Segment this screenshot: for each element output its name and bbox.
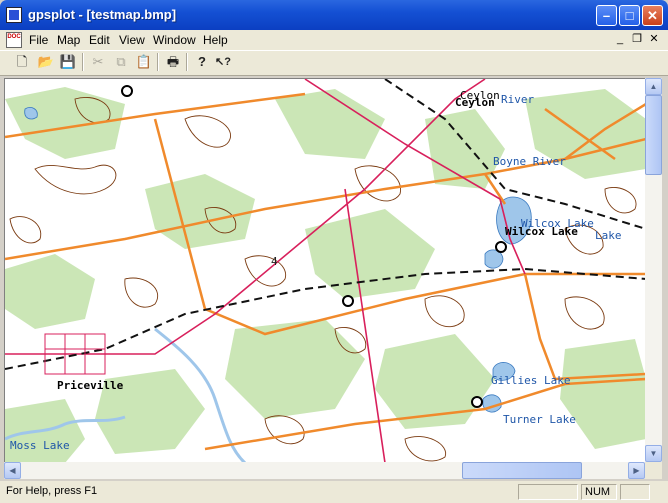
pond-water bbox=[24, 107, 38, 120]
status-pane-empty bbox=[518, 484, 578, 500]
new-file-icon[interactable]: 🗋 bbox=[13, 53, 31, 71]
print-icon[interactable]: 🖶 bbox=[164, 53, 182, 71]
paste-icon[interactable]: 📋 bbox=[135, 53, 153, 71]
open-folder-icon[interactable]: 📂 bbox=[37, 53, 55, 71]
map-label-priceville: Priceville bbox=[57, 379, 124, 392]
map-label-river: River bbox=[501, 93, 534, 106]
close-button[interactable]: ✕ bbox=[642, 5, 663, 26]
scroll-left-button[interactable]: ◀ bbox=[4, 462, 21, 479]
scroll-up-button[interactable]: ▲ bbox=[645, 78, 662, 95]
topographic-map[interactable]: Ceylon Ceylon River Boyne River Wilcox L… bbox=[5, 79, 645, 462]
minimize-button[interactable]: – bbox=[596, 5, 617, 26]
menu-file[interactable]: File bbox=[29, 33, 48, 47]
vertical-scroll-thumb[interactable] bbox=[645, 95, 662, 175]
mdi-restore-button[interactable]: ❐ bbox=[629, 33, 645, 47]
num-lock-indicator: NUM bbox=[581, 484, 617, 500]
maximize-button[interactable]: □ bbox=[619, 5, 640, 26]
copy-icon[interactable]: ⧉ bbox=[112, 53, 130, 71]
mdi-close-button[interactable]: ✕ bbox=[646, 33, 662, 47]
gps-waypoint-marker bbox=[495, 241, 507, 253]
scrollbar-corner bbox=[645, 462, 662, 479]
status-pane-scroll bbox=[620, 484, 650, 500]
window-title: gpsplot - [testmap.bmp] bbox=[28, 7, 177, 22]
mdi-minimize-button[interactable]: _ bbox=[612, 33, 628, 47]
scroll-down-button[interactable]: ▼ bbox=[645, 445, 662, 462]
menu-view[interactable]: View bbox=[119, 33, 145, 47]
gps-waypoint-marker bbox=[121, 85, 133, 97]
title-bar[interactable]: gpsplot - [testmap.bmp] – □ ✕ bbox=[0, 0, 668, 30]
map-label-road-number: 4 bbox=[271, 255, 278, 268]
gps-waypoint-marker bbox=[342, 295, 354, 307]
document-icon[interactable]: DOC bbox=[6, 32, 22, 48]
save-disk-icon[interactable]: 💾 bbox=[59, 53, 77, 71]
menu-map[interactable]: Map bbox=[57, 33, 80, 47]
menu-edit[interactable]: Edit bbox=[89, 33, 110, 47]
map-label-wilcox-lake-overlay: Wilcox Lake bbox=[505, 225, 578, 238]
cut-icon[interactable]: ✂ bbox=[89, 53, 107, 71]
vertical-scrollbar[interactable]: ▲ ▼ bbox=[645, 78, 662, 462]
menu-help[interactable]: Help bbox=[203, 33, 228, 47]
map-label-lake: Lake bbox=[595, 229, 622, 242]
map-label-gillies-lake: Gillies Lake bbox=[491, 374, 570, 387]
map-view[interactable]: Ceylon Ceylon River Boyne River Wilcox L… bbox=[4, 78, 645, 462]
map-label-ceylon-overlay: Ceylon bbox=[460, 89, 500, 102]
status-help-text: For Help, press F1 bbox=[6, 485, 98, 497]
map-label-moss-lake: Moss Lake bbox=[10, 439, 70, 452]
toolbar-separator bbox=[186, 53, 188, 71]
horizontal-scrollbar[interactable]: ◀ ▶ bbox=[4, 462, 645, 479]
gps-waypoint-marker bbox=[471, 396, 483, 408]
toolbar-separator bbox=[82, 53, 84, 71]
scroll-right-button[interactable]: ▶ bbox=[628, 462, 645, 479]
horizontal-scroll-thumb[interactable] bbox=[462, 462, 582, 479]
context-help-icon[interactable]: ↖? bbox=[214, 53, 232, 71]
map-label-boyne-river: Boyne River bbox=[493, 155, 566, 168]
map-label-turner-lake: Turner Lake bbox=[503, 413, 576, 426]
app-icon[interactable] bbox=[6, 7, 22, 23]
menu-window[interactable]: Window bbox=[153, 33, 196, 47]
toolbar-separator bbox=[157, 53, 159, 71]
about-help-icon[interactable]: ? bbox=[193, 53, 211, 71]
